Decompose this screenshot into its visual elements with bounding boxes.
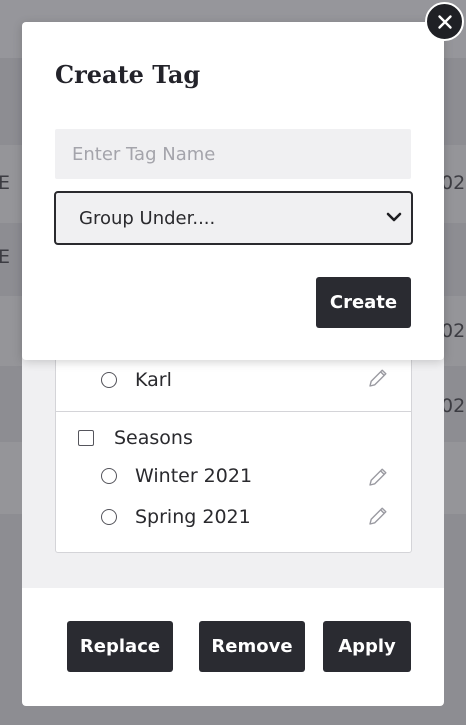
tag-item-winter-2021[interactable]: Winter 2021	[101, 461, 252, 491]
tag-list: Karl Seasons Winter 2021 Spring 2021	[55, 340, 412, 553]
replace-button[interactable]: Replace	[67, 621, 173, 672]
group-under-select[interactable]: Group Under....	[54, 191, 413, 245]
group-item-seasons[interactable]: Seasons	[78, 423, 193, 453]
background-text-fragment: 021	[441, 172, 466, 194]
tag-item-karl[interactable]: Karl	[101, 365, 172, 395]
group-label: Seasons	[114, 427, 193, 449]
tag-name-input[interactable]	[55, 129, 411, 179]
chevron-down-icon	[386, 212, 402, 222]
close-button[interactable]	[425, 2, 464, 41]
apply-button[interactable]: Apply	[323, 621, 411, 672]
radio-button[interactable]	[101, 468, 117, 484]
radio-button[interactable]	[101, 372, 117, 388]
background-text-fragment: 021	[441, 320, 466, 342]
background-text-fragment: 021	[441, 395, 466, 417]
close-icon	[437, 14, 452, 29]
tag-label: Spring 2021	[135, 506, 251, 528]
tag-label: Winter 2021	[135, 465, 253, 487]
background-text-fragment: E	[0, 246, 11, 268]
tag-label: Karl	[135, 369, 172, 391]
list-divider	[56, 411, 411, 412]
checkbox[interactable]	[78, 430, 94, 446]
modal-title: Create Tag	[55, 60, 201, 89]
pencil-icon[interactable]	[366, 465, 390, 489]
tag-list-modal: Karl Seasons Winter 2021 Spring 2021 Rep…	[22, 300, 444, 706]
background-text-fragment: E	[0, 172, 11, 194]
remove-button[interactable]: Remove	[199, 621, 305, 672]
group-select-value: Group Under....	[79, 207, 216, 229]
create-tag-modal: Create Tag Group Under.... Create	[22, 22, 444, 360]
tag-item-spring-2021[interactable]: Spring 2021	[101, 502, 251, 532]
pencil-icon[interactable]	[366, 366, 390, 390]
create-button[interactable]: Create	[316, 277, 411, 328]
radio-button[interactable]	[101, 509, 117, 525]
pencil-icon[interactable]	[366, 504, 390, 528]
